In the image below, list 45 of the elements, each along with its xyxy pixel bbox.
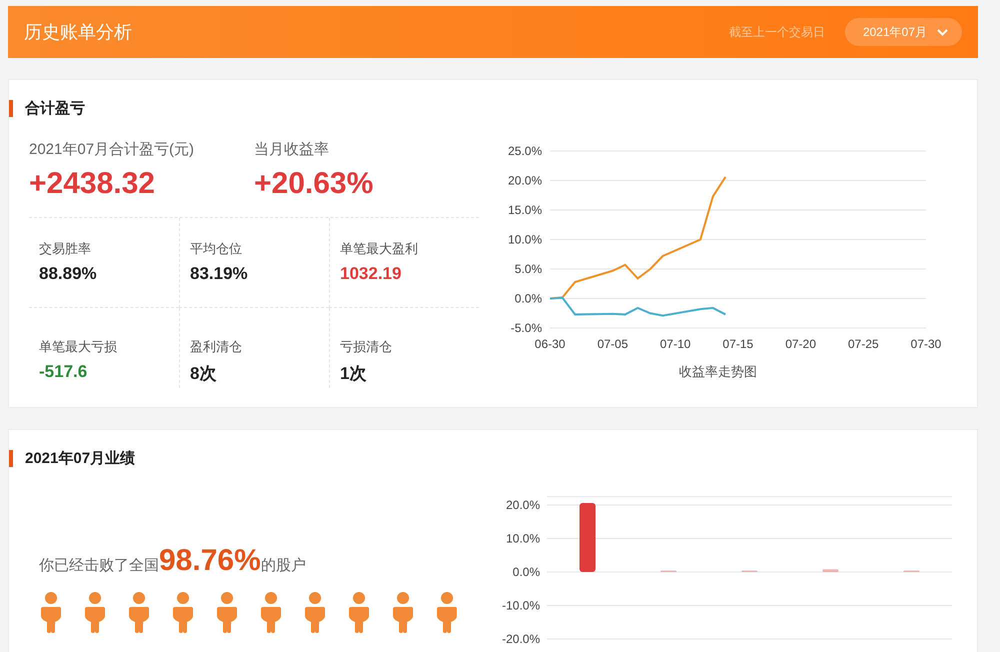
- axis-label: 07-05: [597, 337, 628, 351]
- stat-value: 88.89%: [39, 264, 98, 284]
- axis-label: 10.0%: [508, 232, 542, 246]
- axis-label: 25.0%: [508, 144, 542, 158]
- metric-value: +20.63%: [254, 167, 374, 201]
- axis-label: 07-15: [722, 337, 754, 351]
- axis-label: 0.0%: [514, 292, 542, 306]
- stat-label: 平均仓位: [190, 240, 243, 258]
- axis-label: 5.0%: [514, 262, 542, 276]
- axis-label: 07-30: [910, 337, 942, 351]
- axis-label: 07-25: [848, 337, 879, 351]
- chevron-down-icon: [937, 28, 948, 36]
- axis-label: 07-20: [785, 337, 816, 351]
- metric-value: +2438.32: [29, 167, 156, 201]
- stat-value: 83.19%: [190, 264, 249, 284]
- month-dropdown[interactable]: 2021年07月: [844, 18, 962, 46]
- data-note: 截至上一个交易日: [728, 24, 825, 40]
- stat-value: 1032.19: [340, 264, 402, 284]
- stat-label: 交易胜率: [39, 240, 92, 258]
- stat-value: 8次: [190, 363, 218, 385]
- section-title: 合计盈亏: [9, 100, 85, 117]
- bar: [822, 569, 838, 572]
- axis-label: 0.0%: [512, 565, 540, 579]
- axis-label: 20.0%: [508, 174, 542, 188]
- axis-label: -20.0%: [502, 632, 540, 646]
- section-title: 2021年07月业绩: [9, 450, 136, 467]
- bar: [580, 502, 596, 572]
- axis-label: 20.0%: [506, 498, 540, 512]
- stat-label: 盈利清仓: [190, 338, 243, 356]
- ranking-sentence: 你已经击败了全国98.76%的股户: [39, 544, 307, 578]
- axis-label: 15.0%: [508, 203, 542, 217]
- metric-label: 2021年07月合计盈亏(元): [29, 140, 196, 159]
- axis-label: 10.0%: [506, 531, 540, 546]
- stat-label: 单笔最大亏损: [39, 338, 118, 356]
- axis-label: 06-30: [534, 337, 566, 351]
- stat-label: 单笔最大盈利: [340, 240, 419, 258]
- axis-label: -10.0%: [502, 598, 540, 612]
- stat-value: -517.6: [39, 362, 88, 382]
- page-title: 历史账单分析: [24, 21, 133, 44]
- stat-label: 亏损清仓: [340, 338, 393, 356]
- axis-label: -5.0%: [510, 321, 542, 335]
- stat-value: 1次: [340, 363, 368, 385]
- metric-label: 当月收益率: [254, 140, 330, 159]
- chart-title: 收益率走势图: [679, 364, 757, 379]
- axis-label: 07-10: [660, 337, 691, 351]
